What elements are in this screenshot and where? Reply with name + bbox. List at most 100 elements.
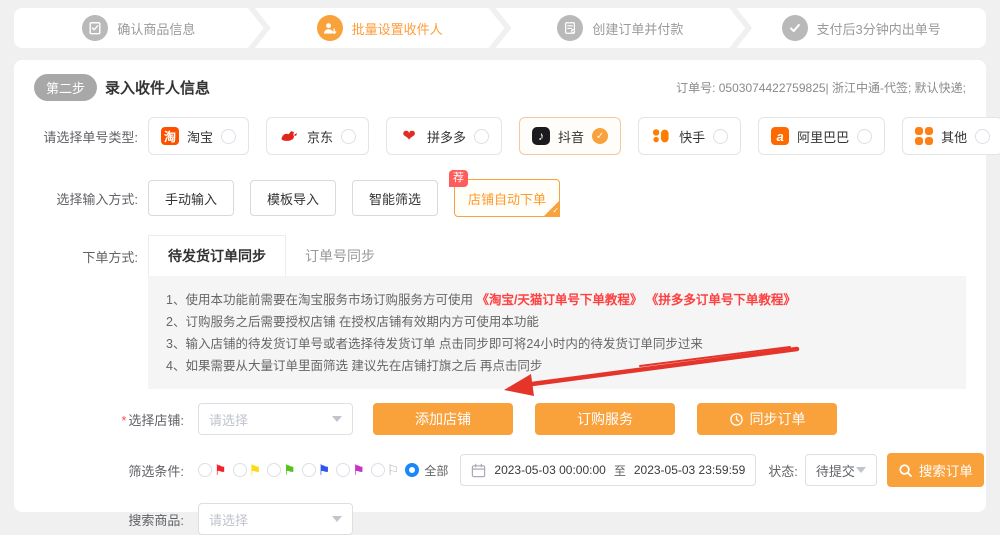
platform-type-row: 请选择单号类型: 淘 淘宝 京东 拼多多 抖音	[34, 117, 966, 155]
search-icon	[898, 463, 913, 478]
step-label: 批量设置收件人	[352, 19, 443, 38]
date-range-picker[interactable]: 2023-05-03 00:00:00 至 2023-05-03 23:59:5…	[460, 454, 756, 486]
manual-input-button[interactable]: 手动输入	[148, 180, 234, 216]
main-card: 第二步 录入收件人信息 订单号: 0503074422759825| 浙江中通-…	[14, 60, 986, 512]
taobao-tutorial-link[interactable]: 《淘宝/天猫订单号下单教程》	[476, 293, 642, 307]
green-flag-icon: ⚑	[283, 463, 296, 477]
status-select[interactable]: 待提交	[805, 454, 877, 486]
input-method-label: 选择输入方式:	[34, 189, 138, 208]
recommend-badge: 荐	[449, 170, 468, 187]
yellow-flag-icon: ⚑	[249, 463, 262, 477]
product-select[interactable]: 请选择	[198, 503, 353, 535]
platform-taobao[interactable]: 淘 淘宝	[148, 117, 249, 155]
flag-option-purple[interactable]: ⚑	[336, 463, 365, 477]
pdd-tutorial-link[interactable]: 《拼多多订单号下单教程》	[646, 293, 796, 307]
red-flag-icon: ⚑	[214, 463, 227, 477]
sync-orders-button[interactable]: 同步订单	[697, 403, 837, 435]
tab-pending-shipment-sync[interactable]: 待发货订单同步	[148, 235, 286, 276]
step-label: 创建订单并付款	[592, 19, 683, 38]
jd-icon	[279, 127, 299, 145]
flag-option-blue[interactable]: ⚑	[302, 463, 331, 477]
chevron-down-icon	[856, 467, 866, 473]
flag-filter-group: ⚑ ⚑ ⚑ ⚑ ⚑ ⚐ 全部	[198, 462, 448, 479]
instruction-line-1: 1、使用本功能前需要在淘宝服务市场订购服务方可使用 《淘宝/天猫订单号下单教程》…	[166, 289, 948, 311]
blue-flag-icon: ⚑	[318, 463, 331, 477]
flag-option-gray[interactable]: ⚐	[371, 463, 400, 477]
radio-unchecked-icon	[221, 129, 236, 144]
status-label: 状态:	[768, 461, 798, 480]
subscribe-service-button[interactable]: 订购服务	[535, 403, 675, 435]
date-to-value: 2023-05-03 23:59:59	[634, 463, 745, 477]
shop-select[interactable]: 请选择	[198, 403, 353, 435]
order-mode-label: 下单方式:	[34, 247, 138, 276]
product-search-row: 搜索商品: 请选择	[34, 503, 966, 535]
platform-pinduoduo[interactable]: 拼多多	[386, 117, 502, 155]
shop-auto-order-label: 店铺自动下单	[468, 189, 546, 208]
clipboard-check-icon	[82, 15, 108, 41]
flag-option-yellow[interactable]: ⚑	[233, 463, 262, 477]
tab-order-number-sync[interactable]: 订单号同步	[286, 236, 394, 276]
radio-unchecked-icon	[371, 463, 385, 477]
radio-unchecked-icon	[198, 463, 212, 477]
filter-label: 筛选条件:	[34, 461, 184, 480]
chevron-down-icon	[332, 416, 342, 422]
instruction-line-4: 4、如果需要从大量订单里面筛选 建议先在店铺打旗之后 再点击同步	[166, 355, 948, 377]
flag-option-all[interactable]: 全部	[405, 462, 448, 479]
order-mode-row: 下单方式: 待发货订单同步 订单号同步	[34, 235, 966, 276]
platform-other[interactable]: 其他	[902, 117, 1000, 155]
radio-unchecked-icon	[713, 129, 728, 144]
shop-select-label: *选择店铺:	[34, 410, 184, 429]
instruction-line-2: 2、订购服务之后需要授权店铺 在授权店铺有效期内方可使用本功能	[166, 311, 948, 333]
progress-stepper: 确认商品信息 批量设置收件人 创建订单并付款 支付后3分钟内出单号	[14, 8, 986, 48]
step-label: 确认商品信息	[117, 19, 195, 38]
search-orders-button[interactable]: 搜索订单	[887, 453, 984, 487]
purple-flag-icon: ⚑	[352, 463, 365, 477]
pinduoduo-icon	[399, 127, 419, 145]
step-badge: 第二步	[34, 74, 97, 101]
radio-unchecked-icon	[341, 129, 356, 144]
template-import-button[interactable]: 模板导入	[250, 180, 336, 216]
radio-unchecked-icon	[267, 463, 281, 477]
kuaishou-icon	[651, 127, 671, 145]
date-from-value: 2023-05-03 00:00:00	[494, 463, 605, 477]
radio-checked-icon	[405, 463, 419, 477]
instruction-line-3: 3、输入店铺的待发货订单号或者选择待发货订单 点击同步即可将24小时内的待发货订…	[166, 333, 948, 355]
filter-row: 筛选条件: ⚑ ⚑ ⚑ ⚑ ⚑ ⚐ 全部 2023-05-03 00:00:00…	[34, 453, 966, 487]
instructions-box: 1、使用本功能前需要在淘宝服务市场订购服务方可使用 《淘宝/天猫订单号下单教程》…	[148, 276, 966, 389]
douyin-icon	[532, 127, 550, 145]
calendar-icon	[471, 463, 486, 478]
gray-flag-icon: ⚐	[387, 463, 400, 477]
platform-list: 淘 淘宝 京东 拼多多 抖音	[148, 117, 1000, 155]
radio-unchecked-icon	[336, 463, 350, 477]
platform-kuaishou[interactable]: 快手	[638, 117, 741, 155]
step-create-order-pay[interactable]: 创建订单并付款	[496, 8, 746, 48]
smart-filter-button[interactable]: 智能筛选	[352, 180, 438, 216]
taobao-icon: 淘	[161, 127, 179, 145]
input-method-row: 选择输入方式: 手动输入 模板导入 智能筛选 荐 店铺自动下单	[34, 179, 966, 217]
platform-douyin[interactable]: 抖音	[519, 117, 621, 155]
step-tracking-number[interactable]: 支付后3分钟内出单号	[736, 8, 986, 48]
date-separator: 至	[614, 462, 626, 479]
flag-option-red[interactable]: ⚑	[198, 463, 227, 477]
alibaba-icon: a	[771, 127, 789, 145]
platform-jd[interactable]: 京东	[266, 117, 369, 155]
platform-alibaba[interactable]: a 阿里巴巴	[758, 117, 885, 155]
radio-unchecked-icon	[302, 463, 316, 477]
flag-option-green[interactable]: ⚑	[267, 463, 296, 477]
radio-unchecked-icon	[975, 129, 990, 144]
corner-check-icon	[543, 200, 560, 217]
check-icon	[782, 15, 808, 41]
step-batch-set-recipients[interactable]: 批量设置收件人	[255, 8, 505, 48]
selected-check-icon	[592, 128, 608, 144]
shop-select-row: *选择店铺: 请选择 添加店铺 订购服务 同步订单	[34, 403, 966, 435]
chevron-down-icon	[332, 516, 342, 522]
add-shop-button[interactable]: 添加店铺	[373, 403, 513, 435]
page-title: 录入收件人信息	[105, 77, 210, 98]
user-arrow-icon	[317, 15, 343, 41]
radio-unchecked-icon	[233, 463, 247, 477]
step-confirm-product-info[interactable]: 确认商品信息	[14, 8, 264, 48]
order-mode-tabs: 待发货订单同步 订单号同步	[148, 235, 394, 276]
clock-icon	[729, 412, 744, 427]
product-search-label: 搜索商品:	[34, 510, 184, 529]
shop-auto-order-button[interactable]: 荐 店铺自动下单	[454, 179, 560, 217]
